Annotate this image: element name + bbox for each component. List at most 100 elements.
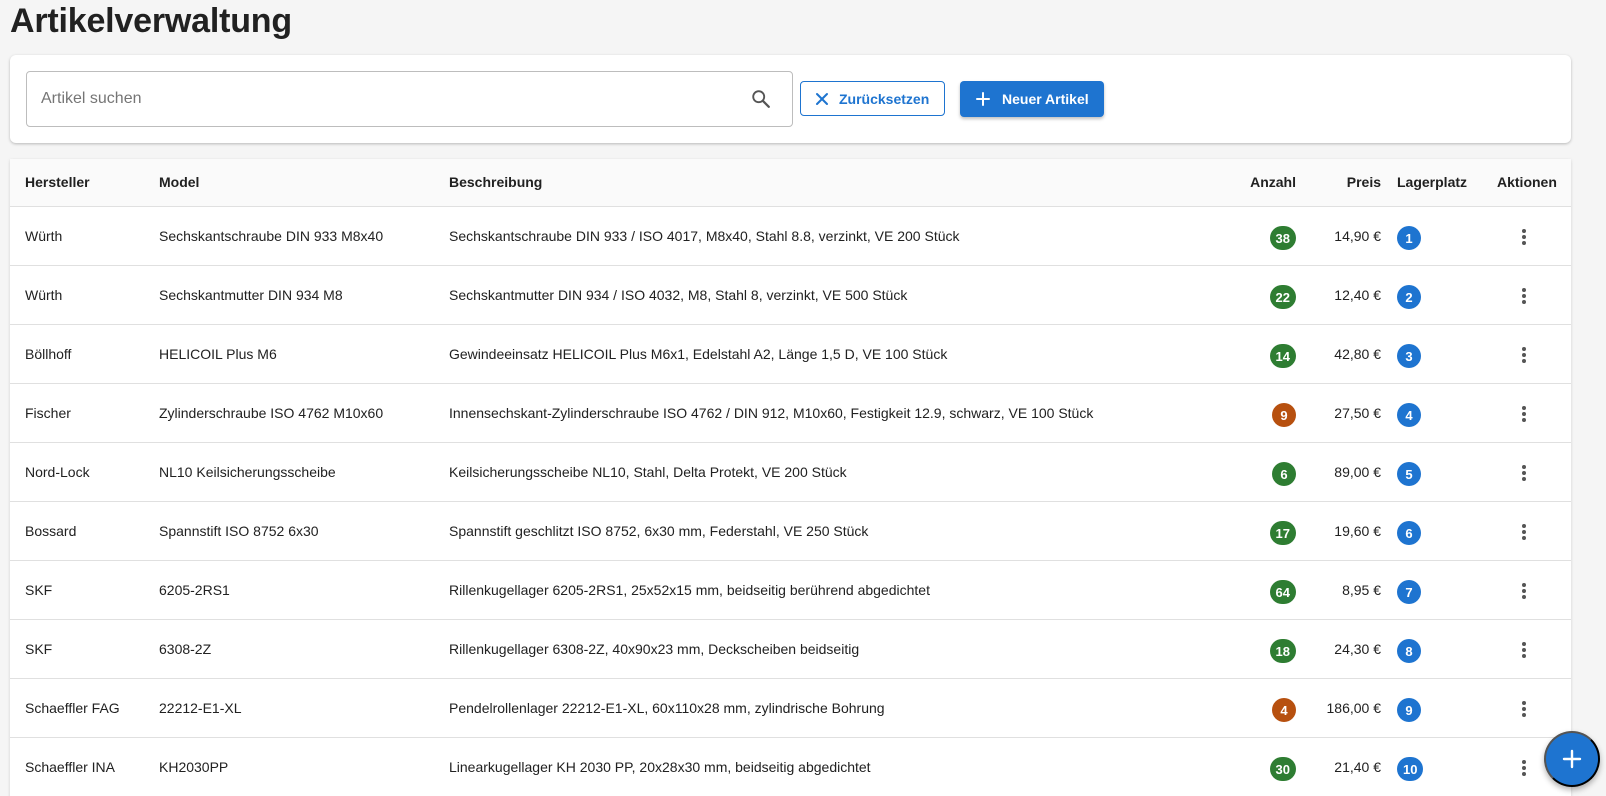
search-icon[interactable] (750, 88, 772, 110)
cell-description: Pendelrollenlager 22212-E1-XL, 60x110x28… (449, 700, 885, 716)
quantity-badge: 14 (1269, 344, 1296, 368)
location-badge: 7 (1397, 580, 1421, 604)
row-actions-button[interactable] (1510, 518, 1538, 546)
cell-model: Sechskantschraube DIN 933 M8x40 (159, 228, 384, 244)
quantity-badge: 9 (1272, 403, 1296, 427)
column-header-price[interactable]: Preis (1347, 174, 1381, 190)
column-header-manufacturer[interactable]: Hersteller (25, 174, 90, 190)
cell-price: 42,80 € (1334, 346, 1381, 362)
cell-manufacturer: Bossard (25, 523, 77, 539)
row-actions-button[interactable] (1510, 695, 1538, 723)
cell-model: KH2030PP (159, 759, 229, 775)
cell-manufacturer: Fischer (25, 405, 71, 421)
toolbar-card: Zurücksetzen Neuer Artikel (10, 55, 1571, 143)
articles-table: Hersteller Model Beschreibung Anzahl Pre… (10, 159, 1571, 796)
row-actions-button[interactable] (1510, 223, 1538, 251)
cell-model: Zylinderschraube ISO 4762 M10x60 (159, 405, 384, 421)
cell-model: NL10 Keilsicherungsscheibe (159, 464, 336, 480)
row-actions-button[interactable] (1510, 577, 1538, 605)
quantity-badge: 4 (1272, 698, 1296, 722)
table-row[interactable]: Würth Sechskantschraube DIN 933 M8x40 Sech… (10, 207, 1571, 266)
cell-manufacturer: Böllhoff (25, 346, 72, 362)
table-body: Würth Sechskantschraube DIN 933 M8x40 Sech… (10, 207, 1571, 796)
plus-icon (1562, 749, 1582, 769)
row-actions-button[interactable] (1510, 636, 1538, 664)
quantity-badge: 30 (1269, 757, 1296, 781)
column-header-description[interactable]: Beschreibung (449, 174, 542, 190)
cell-model: 6308-2Z (159, 641, 212, 657)
add-fab-button[interactable] (1544, 731, 1600, 787)
more-vert-icon (1522, 347, 1526, 363)
quantity-badge: 6 (1272, 462, 1296, 486)
location-badge: 1 (1397, 226, 1421, 250)
location-badge: 2 (1397, 285, 1421, 309)
location-badge: 4 (1397, 403, 1421, 427)
cell-description: Sechskantmutter DIN 934 / ISO 4032, M8, … (449, 287, 908, 303)
location-badge: 10 (1397, 757, 1424, 781)
more-vert-icon (1522, 701, 1526, 717)
more-vert-icon (1522, 642, 1526, 658)
row-actions-button[interactable] (1510, 754, 1538, 782)
cell-price: 24,30 € (1334, 641, 1381, 657)
cell-price: 186,00 € (1326, 700, 1382, 716)
column-header-actions: Aktionen (1497, 174, 1557, 190)
quantity-badge: 22 (1269, 285, 1296, 309)
table-row[interactable]: SKF 6205-2RS1 Rillenkugellager 6205-2RS1, … (10, 561, 1571, 620)
table-row[interactable]: Bossard Spannstift ISO 8752 6x30 Spannstif… (10, 502, 1571, 561)
table-row[interactable]: Böllhoff HELICOIL Plus M6 Gewindeeinsatz H… (10, 325, 1571, 384)
cell-model: Sechskantmutter DIN 934 M8 (159, 287, 343, 303)
column-header-quantity[interactable]: Anzahl (1250, 174, 1296, 190)
cell-price: 14,90 € (1334, 228, 1381, 244)
row-actions-button[interactable] (1510, 400, 1538, 428)
more-vert-icon (1522, 760, 1526, 776)
cell-price: 89,00 € (1334, 464, 1381, 480)
cell-manufacturer: Würth (25, 228, 63, 244)
reset-button[interactable]: Zurücksetzen (800, 81, 945, 116)
column-header-location[interactable]: Lagerplatz (1397, 174, 1467, 190)
cell-model: 22212-E1-XL (159, 700, 242, 716)
table-row[interactable]: Schaeffler INA KH2030PP Linearkugellager K… (10, 738, 1571, 796)
cell-description: Rillenkugellager 6205-2RS1, 25x52x15 mm,… (449, 582, 930, 598)
close-icon (816, 92, 828, 105)
cell-description: Innensechskant-Zylinderschraube ISO 4762… (449, 405, 1094, 421)
cell-model: 6205-2RS1 (159, 582, 230, 598)
cell-manufacturer: Nord-Lock (25, 464, 90, 480)
table-row[interactable]: Würth Sechskantmutter DIN 934 M8 Sechskant… (10, 266, 1571, 325)
cell-price: 12,40 € (1334, 287, 1381, 303)
location-badge: 8 (1397, 639, 1421, 663)
search-input[interactable] (41, 72, 721, 126)
column-header-model[interactable]: Model (159, 174, 199, 190)
cell-description: Rillenkugellager 6308-2Z, 40x90x23 mm, D… (449, 641, 860, 657)
table-row[interactable]: SKF 6308-2Z Rillenkugellager 6308-2Z, 40x9… (10, 620, 1571, 679)
cell-manufacturer: Würth (25, 287, 63, 303)
cell-price: 27,50 € (1334, 405, 1381, 421)
cell-price: 21,40 € (1334, 759, 1381, 775)
cell-description: Sechskantschraube DIN 933 / ISO 4017, M8… (449, 228, 960, 244)
cell-price: 8,95 € (1342, 582, 1381, 598)
cell-manufacturer: Schaeffler FAG (25, 700, 120, 716)
quantity-badge: 17 (1269, 521, 1296, 545)
plus-icon (976, 92, 990, 106)
location-badge: 6 (1397, 521, 1421, 545)
cell-manufacturer: SKF (25, 582, 53, 598)
more-vert-icon (1522, 288, 1526, 304)
table-row[interactable]: Fischer Zylinderschraube ISO 4762 M10x60 I… (10, 384, 1571, 443)
cell-description: Gewindeeinsatz HELICOIL Plus M6x1, Edels… (449, 346, 948, 362)
row-actions-button[interactable] (1510, 341, 1538, 369)
more-vert-icon (1522, 524, 1526, 540)
row-actions-button[interactable] (1510, 282, 1538, 310)
new-article-button[interactable]: Neuer Artikel (960, 81, 1104, 117)
location-badge: 9 (1397, 698, 1421, 722)
table-row[interactable]: Schaeffler FAG 22212-E1-XL Pendelrollenlag… (10, 679, 1571, 738)
more-vert-icon (1522, 465, 1526, 481)
cell-model: Spannstift ISO 8752 6x30 (159, 523, 319, 539)
row-actions-button[interactable] (1510, 459, 1538, 487)
table-row[interactable]: Nord-Lock NL10 Keilsicherungsscheibe Keils… (10, 443, 1571, 502)
more-vert-icon (1522, 583, 1526, 599)
search-field[interactable] (26, 71, 793, 127)
quantity-badge: 64 (1269, 580, 1296, 604)
reset-button-label: Zurücksetzen (839, 90, 930, 107)
table-header: Hersteller Model Beschreibung Anzahl Pre… (10, 159, 1571, 207)
quantity-badge: 38 (1269, 226, 1296, 250)
cell-description: Spannstift geschlitzt ISO 8752, 6x30 mm,… (449, 523, 869, 539)
